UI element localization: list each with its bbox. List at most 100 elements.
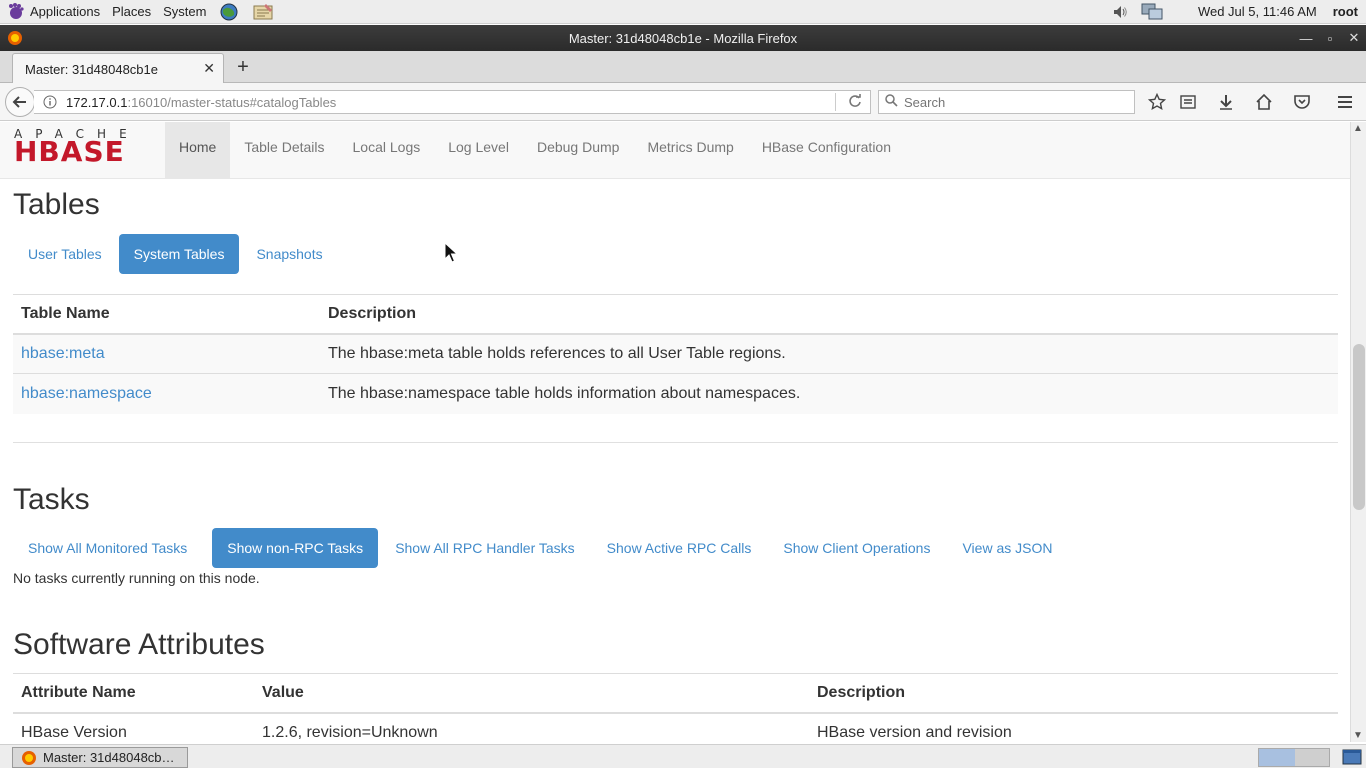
- table-row: hbase:meta The hbase:meta table holds re…: [13, 333, 1338, 374]
- scroll-up-icon[interactable]: ▲: [1353, 123, 1363, 134]
- back-button[interactable]: [5, 87, 35, 117]
- table-description-cell: The hbase:namespace table holds informat…: [320, 373, 1338, 414]
- column-header: Value: [254, 673, 809, 714]
- gnome-foot-icon: [9, 2, 24, 19]
- top-panel: Applications Places System Wed Jul 5, 11…: [0, 0, 1366, 24]
- page-scrollbar[interactable]: ▲ ▼: [1350, 122, 1366, 742]
- attribute-description-cell: HBase version and revision: [809, 712, 1338, 742]
- nav-local-logs[interactable]: Local Logs: [339, 122, 435, 178]
- notepad-icon: [253, 3, 273, 19]
- workspace-1[interactable]: [1259, 749, 1295, 766]
- volume-icon[interactable]: [1109, 2, 1131, 22]
- globe-icon: [220, 3, 238, 20]
- window-titlebar[interactable]: Master: 31d48048cb1e - Mozilla Firefox —…: [0, 25, 1366, 51]
- network-icon[interactable]: [1141, 2, 1163, 22]
- site-info-icon[interactable]: [38, 95, 62, 109]
- taskbar-firefox-label: Master: 31d48048cb…: [43, 750, 175, 765]
- places-label: Places: [112, 4, 152, 19]
- table-link-hbase-meta[interactable]: hbase:meta: [21, 345, 105, 362]
- applications-menu[interactable]: Applications: [0, 0, 106, 24]
- system-tables-table: Table Name Description hbase:meta The hb…: [13, 294, 1338, 414]
- column-header: Description: [809, 673, 1338, 714]
- table-link-hbase-namespace[interactable]: hbase:namespace: [21, 385, 152, 402]
- nav-metrics-dump[interactable]: Metrics Dump: [633, 122, 747, 178]
- tab-show-client-operations[interactable]: Show Client Operations: [768, 528, 945, 568]
- nav-hbase-configuration[interactable]: HBase Configuration: [748, 122, 905, 178]
- system-menu[interactable]: System: [157, 0, 212, 24]
- search-input[interactable]: [904, 94, 1124, 110]
- tab-show-active-rpc-calls[interactable]: Show Active RPC Calls: [592, 528, 767, 568]
- search-icon: [885, 94, 898, 110]
- reading-list-icon[interactable]: [1178, 92, 1198, 112]
- column-header: Attribute Name: [13, 673, 254, 714]
- bottom-taskbar: Master: 31d48048cb…: [0, 744, 1366, 768]
- browser-tab[interactable]: Master: 31d48048cb1e ✕: [12, 53, 224, 84]
- tab-system-tables[interactable]: System Tables: [118, 234, 240, 274]
- table-name-cell: hbase:namespace: [13, 373, 320, 414]
- menu-hamburger-icon[interactable]: [1335, 92, 1355, 112]
- tasks-tabs: Show All Monitored Tasks Show non-RPC Ta…: [13, 528, 1069, 568]
- system-label: System: [163, 4, 207, 19]
- tab-show-non-rpc-tasks[interactable]: Show non-RPC Tasks: [212, 528, 379, 568]
- tab-strip: Master: 31d48048cb1e ✕ +: [0, 51, 1366, 84]
- web-browser-launcher[interactable]: [218, 2, 240, 22]
- software-attributes-table: Attribute Name Value Description HBase V…: [13, 673, 1338, 742]
- minimize-icon[interactable]: —: [1294, 31, 1318, 46]
- column-header: Table Name: [13, 294, 320, 335]
- applications-label: Applications: [30, 4, 101, 19]
- hbase-logo[interactable]: APACHE HBASE: [14, 128, 150, 166]
- tables-heading: Tables: [13, 188, 100, 221]
- nav-debug-dump[interactable]: Debug Dump: [523, 122, 634, 178]
- reload-icon[interactable]: [848, 94, 862, 111]
- firefox-icon: [22, 750, 36, 765]
- section-divider: [13, 442, 1338, 443]
- tab-snapshots[interactable]: Snapshots: [241, 234, 337, 274]
- close-tab-icon[interactable]: ✕: [203, 60, 215, 77]
- maximize-icon[interactable]: ▫: [1318, 31, 1342, 46]
- pocket-icon[interactable]: [1292, 92, 1312, 112]
- nav-table-details[interactable]: Table Details: [230, 122, 338, 178]
- mouse-cursor-icon: [444, 242, 458, 263]
- hbase-nav-menu: Home Table Details Local Logs Log Level …: [165, 122, 905, 178]
- table-header-row: Table Name Description: [13, 294, 1338, 335]
- nav-home[interactable]: Home: [165, 122, 231, 178]
- url-host: 172.17.0.1: [66, 94, 128, 110]
- table-name-cell: hbase:meta: [13, 333, 320, 374]
- nav-log-level[interactable]: Log Level: [434, 122, 523, 178]
- attribute-name-cell: HBase Version: [13, 712, 254, 742]
- table-row: hbase:namespace The hbase:namespace tabl…: [13, 373, 1338, 414]
- tasks-heading: Tasks: [13, 483, 90, 516]
- hbase-navbar: APACHE HBASE Home Table Details Local Lo…: [0, 122, 1350, 179]
- clock[interactable]: Wed Jul 5, 11:46 AM: [1198, 4, 1317, 19]
- page-viewport: APACHE HBASE Home Table Details Local Lo…: [0, 122, 1350, 742]
- tab-title: Master: 31d48048cb1e: [25, 61, 158, 77]
- tab-show-all-rpc-handler-tasks[interactable]: Show All RPC Handler Tasks: [380, 528, 589, 568]
- back-arrow-icon: [12, 96, 26, 108]
- search-bar[interactable]: [878, 90, 1135, 114]
- taskbar-firefox-button[interactable]: Master: 31d48048cb…: [12, 747, 188, 768]
- navigation-toolbar: 172.17.0.1:16010/master-status#catalogTa…: [0, 83, 1366, 121]
- bookmark-star-icon[interactable]: [1147, 92, 1167, 112]
- table-row: HBase Version 1.2.6, revision=Unknown HB…: [13, 712, 1338, 742]
- home-icon[interactable]: [1254, 92, 1274, 112]
- window-title: Master: 31d48048cb1e - Mozilla Firefox: [568, 30, 798, 46]
- scrollbar-thumb[interactable]: [1353, 344, 1365, 510]
- tab-view-as-json[interactable]: View as JSON: [947, 528, 1067, 568]
- url-bar[interactable]: 172.17.0.1:16010/master-status#catalogTa…: [34, 90, 871, 114]
- show-desktop-icon[interactable]: [1342, 748, 1362, 766]
- url-path: :16010/master-status#catalogTables: [127, 94, 337, 110]
- new-tab-button[interactable]: +: [232, 56, 254, 78]
- places-menu[interactable]: Places: [106, 0, 157, 24]
- software-attributes-heading: Software Attributes: [13, 628, 265, 661]
- close-window-icon[interactable]: ✕: [1342, 30, 1366, 46]
- scroll-down-icon[interactable]: ▼: [1353, 730, 1363, 741]
- table-header-row: Attribute Name Value Description: [13, 673, 1338, 714]
- tab-show-all-monitored-tasks[interactable]: Show All Monitored Tasks: [13, 528, 202, 568]
- user-name[interactable]: root: [1333, 4, 1358, 19]
- text-editor-launcher[interactable]: [252, 2, 274, 22]
- firefox-icon: [8, 31, 22, 45]
- downloads-icon[interactable]: [1216, 92, 1236, 112]
- workspace-switcher[interactable]: [1258, 748, 1330, 767]
- attribute-value-cell: 1.2.6, revision=Unknown: [254, 712, 809, 742]
- tab-user-tables[interactable]: User Tables: [13, 234, 117, 274]
